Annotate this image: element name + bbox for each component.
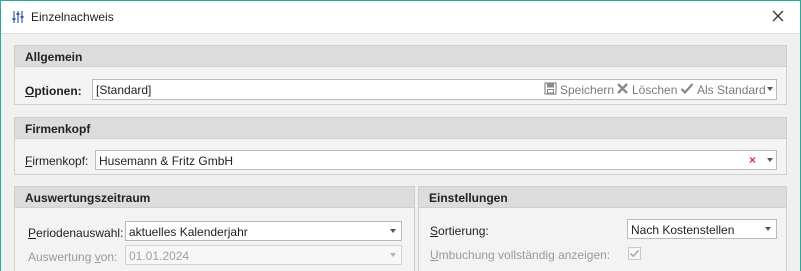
group-title: Einstellungen <box>429 191 508 205</box>
group-title: Firmenkopf <box>25 122 91 136</box>
chevron-down-icon[interactable] <box>767 158 773 162</box>
chevron-down-icon[interactable] <box>767 87 773 91</box>
group-header-einstellungen: Einstellungen <box>419 187 786 208</box>
options-field[interactable]: [Standard] Speichern Löschen Als Standar… <box>92 79 777 100</box>
close-icon <box>772 10 784 25</box>
group-firmenkopf: Firmenkopf Firmenkopf: Husemann & Fritz … <box>14 117 787 175</box>
save-button[interactable]: Speichern <box>544 82 614 98</box>
group-allgemein: Allgemein Optionen: [Standard] Speichern <box>14 45 787 105</box>
firmenkopf-dropdown[interactable]: Husemann & Fritz GmbH × <box>95 150 777 170</box>
options-label: Optionen: <box>25 84 82 98</box>
save-icon <box>544 82 560 98</box>
sort-value: Nach Kostenstellen <box>631 223 735 237</box>
period-dropdown[interactable]: aktuelles Kalenderjahr <box>125 221 402 241</box>
sliders-icon <box>11 10 25 24</box>
from-date-field[interactable]: 01.01.2024 <box>125 245 402 265</box>
group-einstellungen: Einstellungen Sortierung: Nach Kostenste… <box>418 186 787 271</box>
firmenkopf-value: Husemann & Fritz GmbH <box>99 154 234 168</box>
group-title: Auswertungszeitraum <box>25 191 151 205</box>
set-default-button[interactable]: Als Standard <box>680 82 766 98</box>
checkmark-icon <box>680 82 697 98</box>
clear-icon[interactable]: × <box>749 153 756 167</box>
group-auswertungszeitraum: Auswertungszeitraum Periodenauswahl: akt… <box>14 186 415 271</box>
group-header-auswertungszeitraum: Auswertungszeitraum <box>15 187 414 208</box>
group-header-firmenkopf: Firmenkopf <box>15 118 786 139</box>
chevron-down-icon[interactable] <box>390 253 396 257</box>
period-label: Periodenauswahl: <box>28 226 124 240</box>
title-bar: Einzelnachweis <box>1 1 800 34</box>
from-date-value: 01.01.2024 <box>129 249 190 263</box>
window-title: Einzelnachweis <box>31 10 114 24</box>
chevron-down-icon[interactable] <box>765 227 771 231</box>
period-value: aktuelles Kalenderjahr <box>129 225 248 239</box>
dialog-window: Einzelnachweis Allgemein Optionen: [Stan… <box>0 0 801 271</box>
from-label: Auswertung von: <box>28 250 118 264</box>
options-value: [Standard] <box>96 83 152 97</box>
sort-dropdown[interactable]: Nach Kostenstellen <box>627 219 777 239</box>
delete-button[interactable]: Löschen <box>616 82 677 98</box>
sort-label: Sortierung: <box>430 224 489 238</box>
rebook-label: Umbuchung vollständig anzeigen: <box>430 248 611 262</box>
delete-x-icon <box>616 82 632 98</box>
firmenkopf-label: Firmenkopf: <box>25 154 89 168</box>
group-header-allgemein: Allgemein <box>15 46 786 67</box>
rebook-checkbox[interactable] <box>628 247 641 260</box>
group-title: Allgemein <box>25 50 83 64</box>
chevron-down-icon[interactable] <box>390 229 396 233</box>
close-button[interactable] <box>765 5 791 29</box>
